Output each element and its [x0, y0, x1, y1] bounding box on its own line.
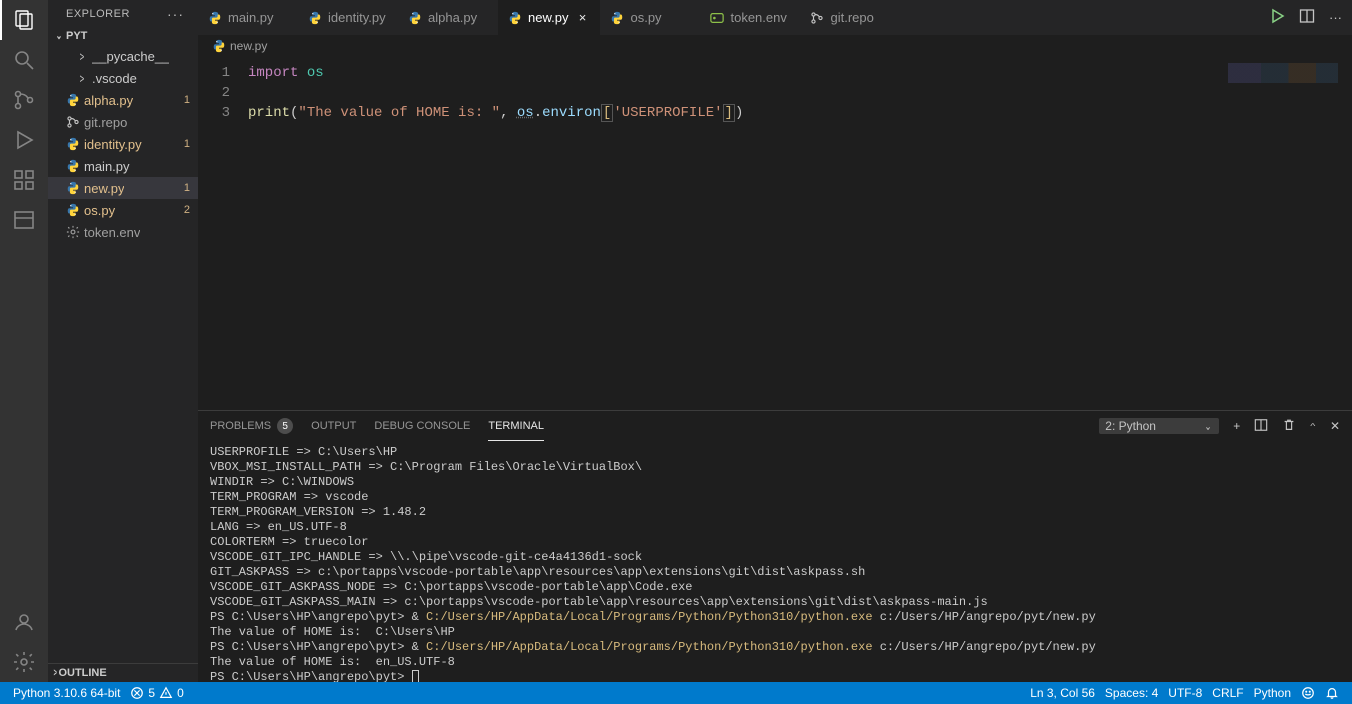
warning-icon — [159, 686, 173, 700]
minimap[interactable] — [1228, 63, 1338, 83]
editor-tabs: main.pyidentity.pyalpha.pynew.py×os.pyto… — [198, 0, 1352, 35]
tree-item-vscode[interactable]: >.vscode — [48, 67, 198, 89]
status-bar: Python 3.10.6 64-bit 5 0 Ln 3, Col 56 Sp… — [0, 682, 1352, 704]
run-debug-icon[interactable] — [0, 120, 48, 160]
status-encoding[interactable]: UTF-8 — [1163, 682, 1207, 704]
tab-alphapy[interactable]: alpha.py — [398, 0, 498, 35]
sidebar-section-pyt[interactable]: ⌄ PYT — [48, 26, 198, 45]
tree-item-pycache[interactable]: >__pycache__ — [48, 45, 198, 67]
tab-identitypy[interactable]: identity.py — [298, 0, 398, 35]
sidebar-section-label: PYT — [66, 30, 87, 42]
status-language[interactable]: Python — [1249, 682, 1296, 704]
tree-item-gitrepo[interactable]: git.repo — [48, 111, 198, 133]
more-actions-icon[interactable]: ··· — [1329, 10, 1342, 25]
chevron-down-icon: ⌄ — [54, 29, 64, 42]
file-tree: >__pycache__>.vscodealpha.py1git.repoide… — [48, 45, 198, 243]
split-editor-icon[interactable] — [1299, 8, 1315, 27]
tab-newpy[interactable]: new.py× — [498, 0, 600, 35]
status-bell-icon[interactable] — [1320, 682, 1344, 704]
panel-tab-debug[interactable]: DEBUG CONSOLE — [374, 411, 470, 441]
status-feedback-icon[interactable] — [1296, 682, 1320, 704]
chevron-down-icon: ⌄ — [1205, 419, 1212, 433]
tree-item-alphapy[interactable]: alpha.py1 — [48, 89, 198, 111]
python-file-icon — [212, 39, 226, 53]
outline-label: OUTLINE — [58, 667, 106, 679]
close-panel-icon[interactable]: ✕ — [1330, 419, 1340, 433]
status-ln-col[interactable]: Ln 3, Col 56 — [1025, 682, 1100, 704]
explorer-icon[interactable] — [0, 0, 48, 40]
panel-tab-terminal[interactable]: TERMINAL — [488, 411, 544, 441]
terminal-output[interactable]: USERPROFILE => C:\Users\HP VBOX_MSI_INST… — [198, 441, 1352, 682]
panel: PROBLEMS 5 OUTPUT DEBUG CONSOLE TERMINAL… — [198, 410, 1352, 682]
panel-tab-problems[interactable]: PROBLEMS 5 — [210, 411, 293, 441]
code-token: import — [248, 65, 298, 81]
error-icon — [130, 686, 144, 700]
split-terminal-icon[interactable] — [1254, 418, 1268, 435]
search-icon[interactable] — [0, 40, 48, 80]
panel-tab-output[interactable]: OUTPUT — [311, 411, 356, 441]
status-eol[interactable]: CRLF — [1207, 682, 1248, 704]
code-editor[interactable]: 123 import os print("The value of HOME i… — [198, 57, 1352, 410]
tab-tokenenv[interactable]: token.env — [700, 0, 800, 35]
tab-mainpy[interactable]: main.py — [198, 0, 298, 35]
sidebar-title: EXPLORER — [66, 8, 130, 20]
sidebar-more-icon[interactable]: ··· — [167, 6, 184, 22]
tab-gitrepo[interactable]: git.repo — [800, 0, 900, 35]
source-control-icon[interactable] — [0, 80, 48, 120]
tree-item-identitypy[interactable]: identity.py1 — [48, 133, 198, 155]
breadcrumb-file: new.py — [230, 39, 267, 53]
breadcrumb[interactable]: new.py — [198, 35, 1352, 57]
status-python[interactable]: Python 3.10.6 64-bit — [8, 682, 125, 704]
terminal-selector[interactable]: 2: Python ⌄ — [1099, 418, 1219, 434]
chevron-right-icon: > — [54, 667, 57, 679]
tree-item-tokenenv[interactable]: token.env — [48, 221, 198, 243]
outline-section[interactable]: > OUTLINE — [48, 663, 198, 682]
activity-bar — [0, 0, 48, 682]
tab-ospy[interactable]: os.py — [600, 0, 700, 35]
chevron-up-icon[interactable]: ^ — [1311, 422, 1316, 430]
new-terminal-icon[interactable]: + — [1233, 419, 1240, 433]
code-token: os — [307, 65, 324, 81]
extensions-icon[interactable] — [0, 160, 48, 200]
run-icon[interactable] — [1269, 8, 1285, 27]
tree-item-ospy[interactable]: os.py2 — [48, 199, 198, 221]
tree-item-mainpy[interactable]: main.py — [48, 155, 198, 177]
problems-badge: 5 — [277, 418, 293, 434]
code-token: print — [248, 105, 290, 121]
sidebar: EXPLORER ··· ⌄ PYT >__pycache__>.vscodea… — [48, 0, 198, 682]
close-tab-icon[interactable]: × — [574, 10, 590, 25]
status-spaces[interactable]: Spaces: 4 — [1100, 682, 1163, 704]
accounts-icon[interactable] — [0, 602, 48, 642]
tree-item-newpy[interactable]: new.py1 — [48, 177, 198, 199]
trash-icon[interactable] — [1282, 418, 1296, 435]
layout-icon[interactable] — [0, 200, 48, 240]
settings-icon[interactable] — [0, 642, 48, 682]
line-numbers: 123 — [198, 57, 248, 410]
status-errors[interactable]: 5 0 — [125, 682, 188, 704]
